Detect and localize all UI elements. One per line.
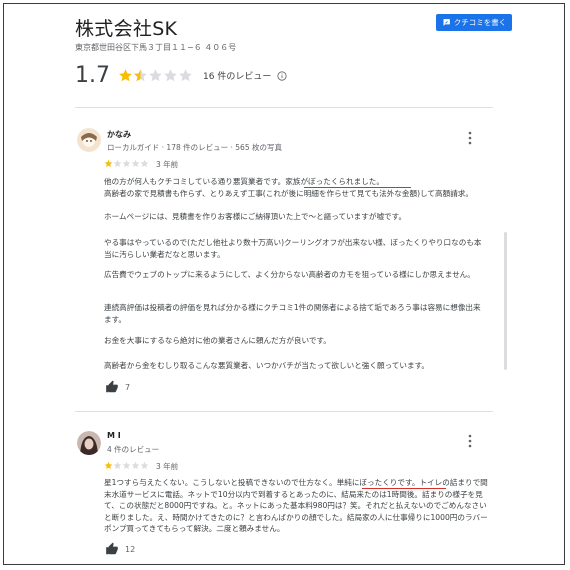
more-options-icon[interactable] (468, 131, 472, 145)
avatar-photo (77, 431, 101, 455)
like-button[interactable]: 12 (105, 542, 135, 556)
star-empty-icon (140, 159, 149, 167)
thumbs-up-icon (106, 380, 118, 393)
pencil-review-icon (443, 19, 450, 26)
divider (75, 411, 493, 412)
info-icon[interactable] (277, 70, 287, 81)
star-empty-icon (122, 159, 131, 167)
business-name: 株式会社SK (75, 18, 178, 40)
like-count: 12 (125, 544, 136, 554)
star-empty-icon (113, 461, 122, 469)
review-paragraph: 連続高評価は投稿者の評価を見れば分かる様にクチコミ1件の関係者による捨て垢であろ… (104, 303, 481, 324)
review-paragraph: やる事はやっているので(ただし他社より数十万高い)クーリングオフが出来ない様、ぼ… (104, 238, 482, 259)
like-button[interactable]: 7 (105, 380, 130, 394)
star-empty-icon (164, 69, 177, 82)
business-address: 東京都世田谷区下馬３丁目１１−６ ４０６号 (75, 43, 237, 52)
rating-stars (118, 68, 193, 83)
review-date: 3 年前 (156, 462, 179, 471)
reviewer-name[interactable]: かなみ (107, 129, 131, 140)
reviewer-meta: 4 件のレビュー (107, 445, 160, 454)
star-empty-icon (179, 69, 192, 82)
reviewer-meta: ローカルガイド · 178 件のレビュー · 565 枚の写真 (107, 143, 282, 152)
reviewer-name[interactable]: M I (107, 431, 121, 440)
average-rating: 1.7 (75, 63, 110, 88)
star-empty-icon (131, 159, 140, 167)
review-date: 3 年前 (156, 160, 179, 169)
review-count[interactable]: 16 件のレビュー (203, 69, 271, 82)
rating-summary: 1.7 16 件のレビュー (75, 63, 287, 88)
avatar-illustration (77, 128, 101, 152)
review-paragraph: 広告費でウェブのトップに来るようにして、よく分からない高齢者のカモを狙っている様… (104, 270, 475, 279)
divider (75, 107, 493, 108)
annotation-underline (362, 488, 446, 489)
thumbs-up-icon (106, 542, 118, 555)
star-full-icon (104, 461, 113, 469)
review-paragraph: 他の方が何人もクチコミしている通り悪質業者です。家族がぼったくられました。 (104, 177, 384, 186)
review-paragraph: 高齢者の家で見積書も作らず、とりあえず工事(これが後に明細を作らせて見ても法外な… (104, 189, 473, 198)
write-review-label: クチコミを書く (453, 18, 507, 27)
star-full-icon (104, 159, 113, 167)
review-paragraph: お金を大事にするなら絶対に他の業者さんに頼んだ方が良いです。 (104, 336, 331, 345)
review-stars (104, 461, 149, 470)
write-review-button[interactable]: クチコミを書く (436, 14, 512, 31)
star-empty-icon (131, 461, 140, 469)
more-options-icon[interactable] (468, 434, 472, 448)
star-empty-icon (113, 159, 122, 167)
reviewer-avatar[interactable] (77, 128, 101, 152)
review-paragraph: 星1つすら与えたくない。こうしないと投稿できないので仕方なく。単純にぼったくりで… (104, 478, 488, 533)
star-half-icon (134, 69, 147, 82)
scrollbar[interactable] (504, 232, 507, 370)
star-full-icon (119, 69, 132, 82)
star-empty-icon (122, 461, 131, 469)
review-stars (104, 159, 149, 168)
review-paragraph: 高齢者から金をむしり取るこんな悪質業者、いつかバチが当たって欲しいと強く願ってい… (104, 361, 430, 370)
reviewer-avatar[interactable] (77, 431, 101, 455)
like-count: 7 (125, 382, 131, 392)
star-empty-icon (140, 461, 149, 469)
star-empty-icon (149, 69, 162, 82)
review-paragraph: ホームページには、見積書を作りお客様にご納得頂いた上で〜と謳っていますが嘘です。 (104, 212, 407, 221)
